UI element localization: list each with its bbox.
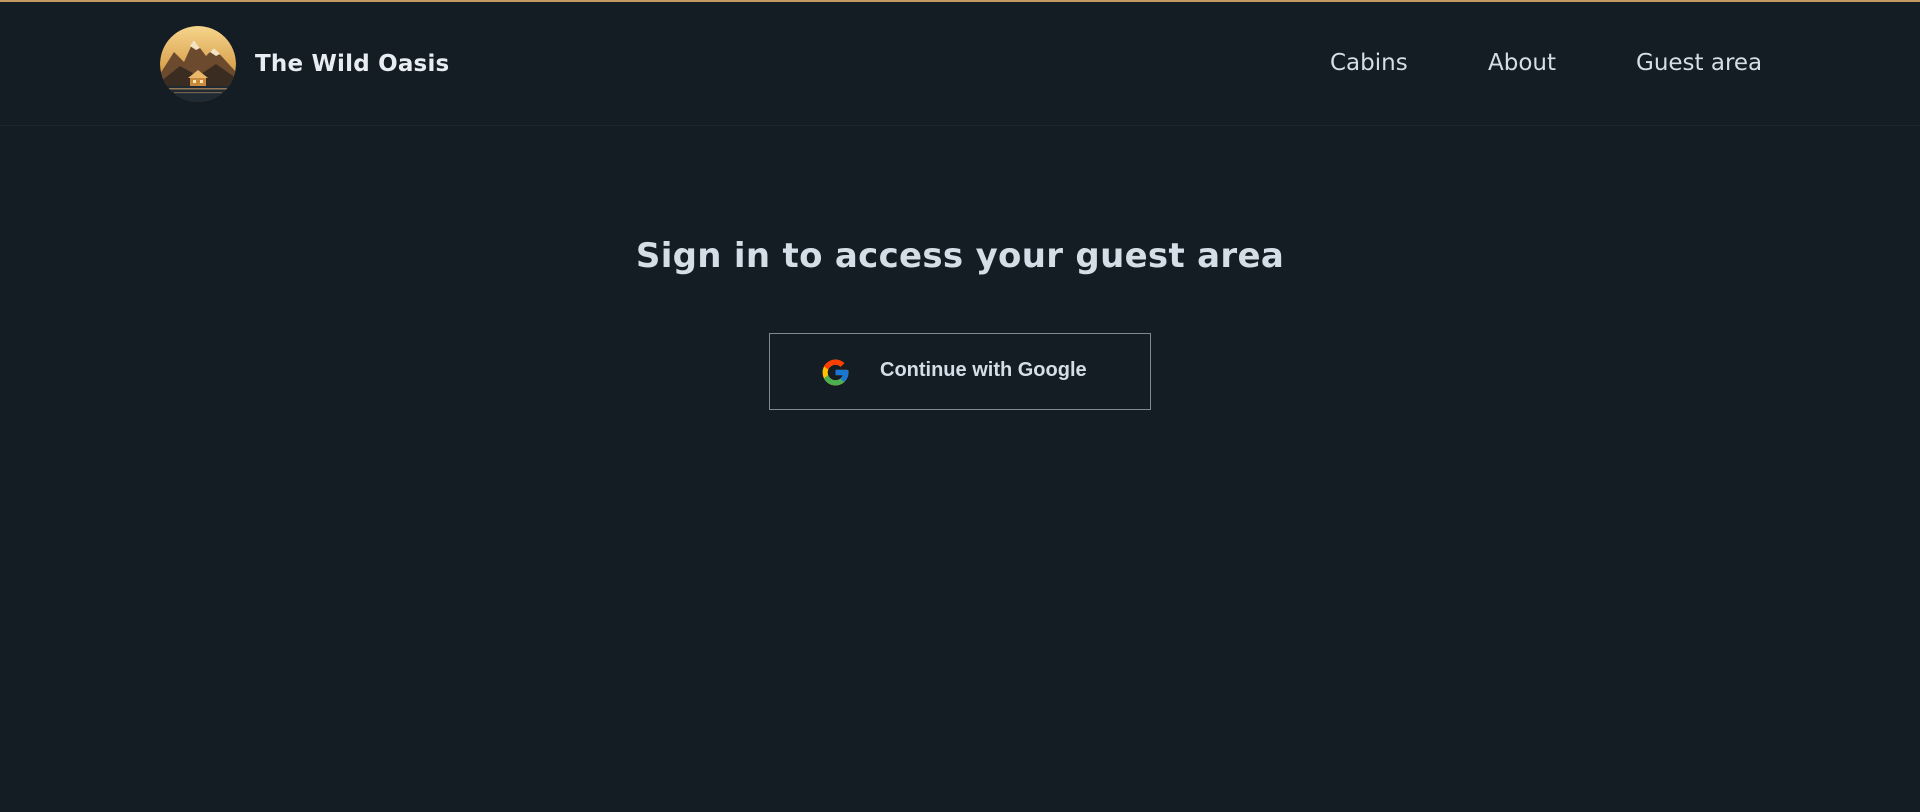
google-button-label: Continue with Google bbox=[880, 359, 1087, 381]
nav-item-cabins[interactable]: Cabins bbox=[1330, 50, 1408, 76]
nav-item-guest-area[interactable]: Guest area bbox=[1636, 50, 1762, 76]
continue-with-google-button[interactable]: Continue with Google bbox=[769, 333, 1151, 410]
google-icon bbox=[820, 357, 851, 388]
site-header: The Wild Oasis Cabins About Guest area bbox=[0, 2, 1920, 126]
brand-name: The Wild Oasis bbox=[255, 51, 450, 77]
logo-link[interactable]: The Wild Oasis bbox=[160, 26, 449, 102]
nav-item-about[interactable]: About bbox=[1488, 50, 1556, 76]
page-heading: Sign in to access your guest area bbox=[635, 236, 1285, 276]
cabin-logo-icon bbox=[160, 26, 236, 102]
